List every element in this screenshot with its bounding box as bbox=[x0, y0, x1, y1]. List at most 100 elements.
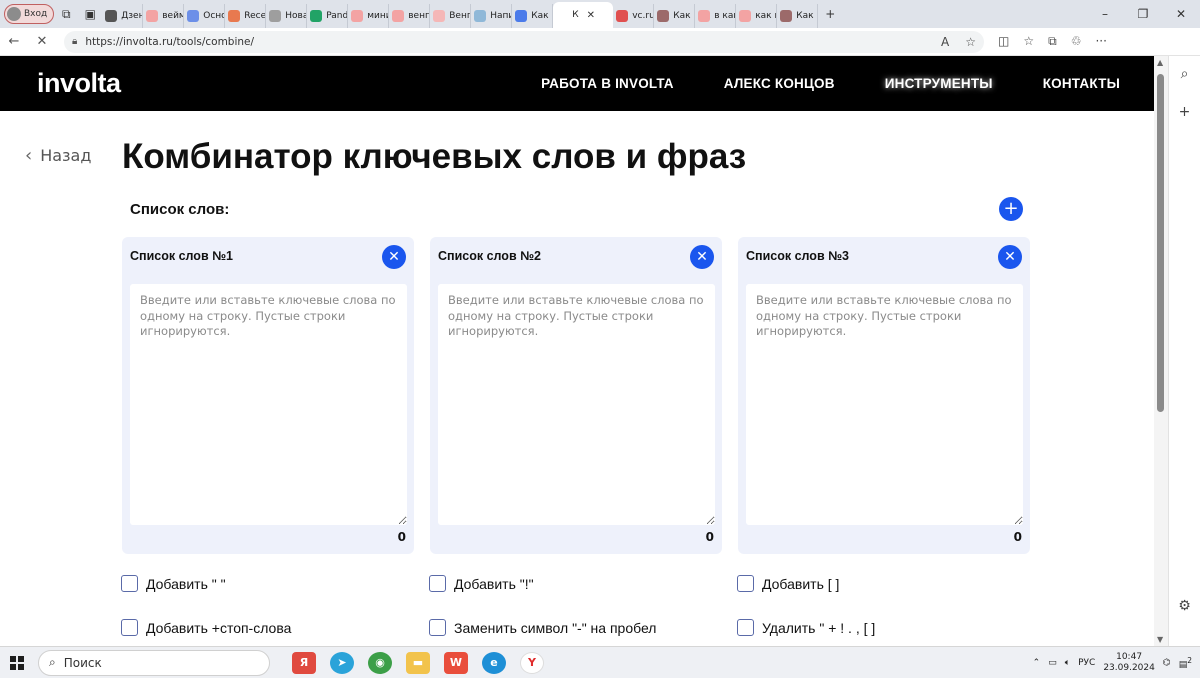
checkbox[interactable] bbox=[429, 619, 446, 636]
lock-icon[interactable]: 🔒︎ bbox=[72, 36, 77, 47]
close-tab-icon[interactable]: ✕ bbox=[587, 10, 595, 21]
read-aloud-icon[interactable]: A bbox=[941, 35, 949, 49]
nav-link-contacts[interactable]: КОНТАКТЫ bbox=[1043, 76, 1120, 91]
nav-link-work[interactable]: РАБОТА В INVOLTA bbox=[541, 76, 674, 91]
add-list-button[interactable]: + bbox=[999, 197, 1023, 221]
paw-icon bbox=[433, 10, 446, 22]
tray-lang[interactable]: РУС bbox=[1078, 658, 1095, 668]
word-lists-heading: Список слов: bbox=[130, 201, 230, 218]
yandex-app-icon[interactable]: Y bbox=[520, 651, 544, 674]
clock[interactable]: 10:47 23.09.2024 bbox=[1103, 652, 1155, 674]
chrome-app-icon[interactable]: ◉ bbox=[368, 651, 392, 674]
back-link[interactable]: ‹ Назад bbox=[25, 145, 91, 166]
checkbox[interactable] bbox=[737, 619, 754, 636]
speaker-icon[interactable]: 🔈︎ bbox=[1065, 658, 1070, 668]
option-add-exclamation[interactable]: Добавить "!" bbox=[429, 575, 534, 592]
keywords-textarea[interactable] bbox=[130, 284, 407, 525]
line-count: 0 bbox=[397, 530, 406, 544]
back-label: Назад bbox=[40, 146, 92, 165]
option-replace-dash[interactable]: Заменить символ "-" на пробел bbox=[429, 619, 656, 636]
involta-icon bbox=[556, 9, 569, 21]
favorites-icon[interactable]: ☆ bbox=[1023, 34, 1034, 49]
docs-icon bbox=[515, 10, 528, 22]
nav-link-tools[interactable]: ИНСТРУМЕНТЫ bbox=[885, 76, 993, 91]
network-icon[interactable]: ▭ bbox=[1048, 658, 1057, 668]
more-menu-icon[interactable]: ··· bbox=[1095, 34, 1106, 49]
wps-office-app-icon[interactable]: W bbox=[444, 651, 468, 674]
minimize-button[interactable]: – bbox=[1086, 7, 1124, 21]
chevron-up-icon[interactable]: ⌃ bbox=[1033, 658, 1041, 668]
keywords-textarea[interactable] bbox=[438, 284, 715, 525]
yandex-icon bbox=[146, 10, 159, 22]
tab-title: Как и bbox=[673, 11, 694, 21]
workspaces-icon[interactable]: ⧉ bbox=[54, 4, 78, 24]
involta-logo[interactable]: involta bbox=[37, 68, 121, 99]
sidebar-add-icon[interactable]: + bbox=[1169, 104, 1200, 120]
checkbox[interactable] bbox=[121, 575, 138, 592]
close-window-button[interactable]: ✕ bbox=[1162, 7, 1200, 21]
profile-button[interactable]: Вход bbox=[4, 4, 55, 24]
taskbar-search[interactable]: ⌕ Поиск bbox=[38, 649, 270, 676]
yandex-browser-app-icon[interactable]: Я bbox=[292, 651, 316, 674]
notifications-icon[interactable]: ▤2 bbox=[1179, 656, 1192, 670]
checkbox[interactable] bbox=[737, 575, 754, 592]
browser-tab[interactable]: Венге bbox=[430, 4, 472, 28]
collections-icon[interactable]: ⧉ bbox=[1048, 34, 1057, 49]
scrollbar-thumb[interactable] bbox=[1157, 74, 1164, 412]
remove-list-button[interactable]: ✕ bbox=[690, 245, 714, 269]
option-add-stopwords[interactable]: Добавить +стоп-слова bbox=[121, 619, 291, 636]
scroll-up-arrow-icon[interactable]: ▲ bbox=[1157, 58, 1163, 67]
option-add-quotes[interactable]: Добавить " " bbox=[121, 575, 226, 592]
browser-tab[interactable]: К ✕ bbox=[553, 2, 614, 28]
browser-tab[interactable]: как пи bbox=[736, 4, 778, 28]
tab-title: Как и bbox=[531, 11, 552, 21]
remove-list-button[interactable]: ✕ bbox=[998, 245, 1022, 269]
checkbox[interactable] bbox=[429, 575, 446, 592]
maximize-button[interactable]: ❐ bbox=[1124, 7, 1162, 21]
new-tab-button[interactable]: + bbox=[818, 4, 842, 24]
file-explorer-app-icon[interactable]: ▬ bbox=[406, 651, 430, 674]
tab-actions-icon[interactable]: ▣ bbox=[78, 4, 102, 24]
extensions-icon[interactable]: ♲ bbox=[1071, 34, 1082, 49]
split-screen-icon[interactable]: ◫ bbox=[998, 34, 1009, 49]
tab-title: Напи bbox=[490, 11, 513, 21]
edge-app-icon[interactable]: e bbox=[482, 651, 506, 674]
browser-tab[interactable]: венге bbox=[389, 4, 431, 28]
windows-start-icon[interactable] bbox=[10, 655, 24, 670]
browser-tab[interactable]: Как и bbox=[512, 4, 554, 28]
browser-tab[interactable]: Как и bbox=[654, 4, 696, 28]
browser-tab[interactable]: Новая bbox=[266, 4, 308, 28]
sidebar-search-icon[interactable]: ⌕ bbox=[1169, 66, 1200, 82]
option-add-brackets[interactable]: Добавить [ ] bbox=[737, 575, 839, 592]
browser-tab[interactable]: Основ bbox=[184, 4, 226, 28]
card-title: Список слов №1 bbox=[130, 249, 233, 263]
browser-tab[interactable]: миним bbox=[348, 4, 390, 28]
back-arrow-icon[interactable]: ← bbox=[0, 34, 28, 49]
browser-tab[interactable]: Как н bbox=[777, 4, 819, 28]
option-remove-symbols[interactable]: Удалить " + ! . , [ ] bbox=[737, 619, 875, 636]
stop-loading-icon[interactable]: ✕ bbox=[28, 34, 56, 49]
page-scrollbar[interactable]: ▲ ▼ bbox=[1154, 56, 1168, 646]
nav-link-author[interactable]: АЛЕКС КОНЦОВ bbox=[724, 76, 835, 91]
scroll-down-arrow-icon[interactable]: ▼ bbox=[1157, 635, 1163, 644]
browser-tab[interactable]: Panda bbox=[307, 4, 349, 28]
telegram-app-icon[interactable]: ➤ bbox=[330, 651, 354, 674]
browser-tab[interactable]: Напи bbox=[471, 4, 513, 28]
line-count: 0 bbox=[705, 530, 714, 544]
yandex-icon bbox=[392, 10, 405, 22]
browser-tab[interactable]: vc.ru - bbox=[613, 4, 655, 28]
browser-tab[interactable]: Recen bbox=[225, 4, 267, 28]
browser-tab[interactable]: в како bbox=[695, 4, 737, 28]
browser-tab[interactable]: веймо bbox=[143, 4, 185, 28]
sidebar-settings-icon[interactable]: ⚙ bbox=[1169, 598, 1200, 614]
remove-list-button[interactable]: ✕ bbox=[382, 245, 406, 269]
option-label: Добавить +стоп-слова bbox=[146, 619, 292, 636]
url-field[interactable]: 🔒︎ https://involta.ru/tools/combine/ A ☆ bbox=[64, 30, 984, 53]
checkbox[interactable] bbox=[121, 619, 138, 636]
keywords-textarea[interactable] bbox=[746, 284, 1023, 525]
tab-title: миним bbox=[367, 11, 388, 21]
browser-tab[interactable]: Дзен bbox=[102, 4, 144, 28]
copilot-icon[interactable]: ⌬ bbox=[1163, 658, 1171, 668]
favorite-star-icon[interactable]: ☆ bbox=[965, 35, 976, 49]
globe-icon bbox=[187, 10, 200, 22]
